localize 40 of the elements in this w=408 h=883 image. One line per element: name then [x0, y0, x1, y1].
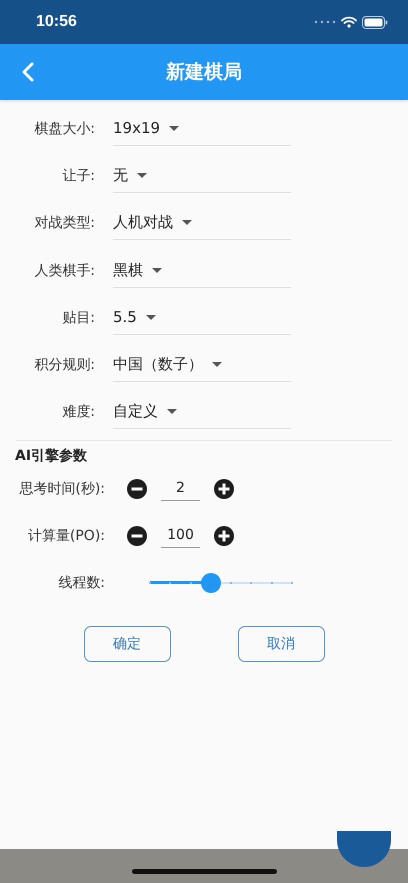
param-label: 线程数:	[57, 574, 106, 592]
caret-icon	[146, 314, 156, 320]
caret-icon	[182, 220, 192, 226]
minus-icon[interactable]	[126, 478, 148, 500]
field-label: 棋盘大小:	[33, 120, 96, 138]
dropdown-field[interactable]: 自定义	[113, 395, 291, 430]
status-time: 10:56	[36, 13, 77, 31]
caret-icon	[212, 362, 222, 368]
dialog-button[interactable]: 取消	[238, 626, 324, 662]
minus-icon[interactable]	[126, 524, 148, 547]
back-icon[interactable]	[22, 62, 34, 82]
wifi-icon	[341, 16, 357, 28]
dropdown-field[interactable]: 无	[113, 158, 291, 193]
plus-icon[interactable]	[213, 478, 235, 500]
field-label: 对战类型:	[33, 214, 96, 232]
field-label: 让子:	[61, 166, 96, 185]
dropdown-field[interactable]: 黑棋	[113, 254, 291, 288]
dropdown-field[interactable]: 人机对战	[113, 206, 291, 240]
field-label: 难度:	[61, 403, 96, 422]
plus-icon[interactable]	[213, 524, 235, 547]
field-label: 人类棋手:	[33, 262, 96, 280]
dropdown-field[interactable]: 19x19	[113, 112, 291, 146]
caret-icon	[137, 172, 147, 178]
signal-icon	[314, 20, 336, 24]
dropdown-field[interactable]: 5.5	[113, 300, 291, 335]
field-label: 积分规则:	[33, 356, 96, 374]
param-label: 计算量(PO):	[26, 526, 106, 545]
field-label: 贴目:	[61, 308, 96, 327]
section-title: AI引擎参数	[15, 447, 88, 466]
caret-icon	[152, 268, 162, 273]
caret-icon	[167, 409, 177, 414]
dialog-button[interactable]: 确定	[84, 626, 170, 662]
number-field[interactable]: 2	[161, 476, 200, 502]
battery-icon	[362, 16, 388, 28]
dropdown-field[interactable]: 中国（数子）	[113, 348, 291, 382]
screen-title: 新建棋局	[166, 60, 242, 85]
number-field[interactable]: 100	[161, 523, 200, 548]
param-label: 思考时间(秒):	[18, 480, 106, 498]
thread-slider[interactable]	[150, 572, 292, 594]
caret-icon	[169, 126, 180, 131]
